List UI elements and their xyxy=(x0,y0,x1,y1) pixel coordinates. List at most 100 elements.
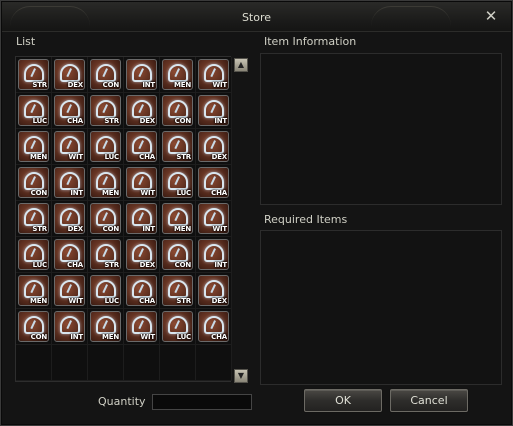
item-slot[interactable]: STR xyxy=(160,273,196,309)
item-slot[interactable]: WIT xyxy=(124,309,160,345)
item-slot[interactable]: CHA xyxy=(52,237,88,273)
scroll-up-button[interactable]: ▲ xyxy=(234,58,248,72)
item-slot[interactable]: INT xyxy=(196,93,232,129)
item-slot[interactable]: STR xyxy=(160,129,196,165)
bell-item-icon[interactable]: CHA xyxy=(54,239,85,270)
item-slot[interactable]: CON xyxy=(88,201,124,237)
item-slot[interactable]: LUC xyxy=(160,309,196,345)
bell-item-icon[interactable]: MEN xyxy=(90,311,121,342)
item-slot[interactable]: LUC xyxy=(16,237,52,273)
bell-item-icon[interactable]: DEX xyxy=(198,131,229,162)
bell-item-icon[interactable]: MEN xyxy=(90,167,121,198)
item-slot[interactable]: LUC xyxy=(88,129,124,165)
item-slot[interactable]: STR xyxy=(88,237,124,273)
bell-item-icon[interactable]: LUC xyxy=(162,311,193,342)
bell-item-icon[interactable]: WIT xyxy=(126,167,157,198)
item-slot[interactable]: DEX xyxy=(196,273,232,309)
item-slot[interactable]: DEX xyxy=(124,237,160,273)
bell-item-icon[interactable]: CON xyxy=(18,167,49,198)
item-slot[interactable]: DEX xyxy=(52,57,88,93)
item-slot[interactable]: INT xyxy=(52,309,88,345)
ok-button[interactable]: OK xyxy=(304,389,382,412)
bell-item-icon[interactable]: LUC xyxy=(162,167,193,198)
item-slot[interactable]: MEN xyxy=(16,273,52,309)
bell-item-icon[interactable]: STR xyxy=(90,239,121,270)
bell-item-icon[interactable]: DEX xyxy=(54,59,85,90)
bell-item-icon[interactable]: LUC xyxy=(90,275,121,306)
item-slot[interactable]: WIT xyxy=(124,165,160,201)
bell-item-icon[interactable]: MEN xyxy=(18,275,49,306)
bell-item-icon[interactable]: CON xyxy=(162,95,193,126)
quantity-input[interactable] xyxy=(152,394,252,410)
item-slot[interactable]: LUC xyxy=(88,273,124,309)
bell-item-icon[interactable]: STR xyxy=(90,95,121,126)
bell-item-icon[interactable]: DEX xyxy=(54,203,85,234)
item-slot[interactable]: CON xyxy=(16,165,52,201)
bell-item-icon[interactable]: STR xyxy=(18,203,49,234)
bell-item-icon[interactable]: INT xyxy=(54,311,85,342)
item-slot[interactable]: INT xyxy=(52,165,88,201)
bell-item-icon[interactable]: CHA xyxy=(198,167,229,198)
bell-item-icon[interactable]: INT xyxy=(198,239,229,270)
bell-item-icon[interactable]: DEX xyxy=(198,275,229,306)
item-slot[interactable]: CON xyxy=(160,93,196,129)
item-slot[interactable]: CHA xyxy=(124,129,160,165)
bell-item-icon[interactable]: WIT xyxy=(54,275,85,306)
item-slot[interactable]: CHA xyxy=(196,165,232,201)
bell-item-icon[interactable]: INT xyxy=(126,59,157,90)
bell-item-icon[interactable]: WIT xyxy=(198,203,229,234)
item-slot[interactable]: CHA xyxy=(196,309,232,345)
item-slot[interactable]: DEX xyxy=(124,93,160,129)
item-slot[interactable]: CON xyxy=(160,237,196,273)
bell-item-icon[interactable]: INT xyxy=(54,167,85,198)
bell-item-icon[interactable]: WIT xyxy=(198,59,229,90)
bell-item-icon[interactable]: STR xyxy=(18,59,49,90)
item-slot[interactable]: MEN xyxy=(16,129,52,165)
bell-item-icon[interactable]: INT xyxy=(126,203,157,234)
bell-item-icon[interactable]: CON xyxy=(90,59,121,90)
item-slot[interactable]: INT xyxy=(196,237,232,273)
bell-item-icon[interactable]: STR xyxy=(162,275,193,306)
close-icon[interactable]: ✕ xyxy=(483,8,499,24)
item-slot[interactable]: STR xyxy=(88,93,124,129)
bell-item-icon[interactable]: MEN xyxy=(162,203,193,234)
item-slot[interactable]: MEN xyxy=(160,201,196,237)
bell-item-icon[interactable]: CHA xyxy=(54,95,85,126)
item-slot[interactable]: DEX xyxy=(52,201,88,237)
item-slot[interactable]: WIT xyxy=(52,273,88,309)
item-slot[interactable]: CON xyxy=(16,309,52,345)
item-slot[interactable]: CON xyxy=(88,57,124,93)
bell-item-icon[interactable]: CHA xyxy=(126,275,157,306)
bell-item-icon[interactable]: MEN xyxy=(18,131,49,162)
item-slot[interactable]: MEN xyxy=(88,165,124,201)
bell-item-icon[interactable]: CON xyxy=(18,311,49,342)
scroll-down-button[interactable]: ▼ xyxy=(234,369,248,383)
item-slot[interactable]: STR xyxy=(16,57,52,93)
item-slot[interactable]: CHA xyxy=(124,273,160,309)
bell-item-icon[interactable]: CON xyxy=(90,203,121,234)
item-slot[interactable]: DEX xyxy=(196,129,232,165)
bell-item-icon[interactable]: CHA xyxy=(198,311,229,342)
bell-item-icon[interactable]: LUC xyxy=(90,131,121,162)
bell-item-icon[interactable]: CHA xyxy=(126,131,157,162)
bell-item-icon[interactable]: STR xyxy=(162,131,193,162)
bell-item-icon[interactable]: INT xyxy=(198,95,229,126)
item-slot[interactable]: LUC xyxy=(160,165,196,201)
bell-item-icon[interactable]: DEX xyxy=(126,95,157,126)
item-slot[interactable]: MEN xyxy=(88,309,124,345)
bell-item-icon[interactable]: LUC xyxy=(18,239,49,270)
item-slot[interactable]: WIT xyxy=(196,57,232,93)
bell-item-icon[interactable]: MEN xyxy=(162,59,193,90)
item-slot[interactable]: STR xyxy=(16,201,52,237)
item-slot[interactable]: INT xyxy=(124,57,160,93)
item-slot[interactable]: INT xyxy=(124,201,160,237)
item-slot[interactable]: WIT xyxy=(52,129,88,165)
bell-item-icon[interactable]: WIT xyxy=(126,311,157,342)
item-slot[interactable]: CHA xyxy=(52,93,88,129)
item-slot[interactable]: MEN xyxy=(160,57,196,93)
bell-item-icon[interactable]: CON xyxy=(162,239,193,270)
item-slot[interactable]: LUC xyxy=(16,93,52,129)
title-bar[interactable]: Store ✕ xyxy=(2,2,511,32)
bell-item-icon[interactable]: LUC xyxy=(18,95,49,126)
cancel-button[interactable]: Cancel xyxy=(390,389,468,412)
